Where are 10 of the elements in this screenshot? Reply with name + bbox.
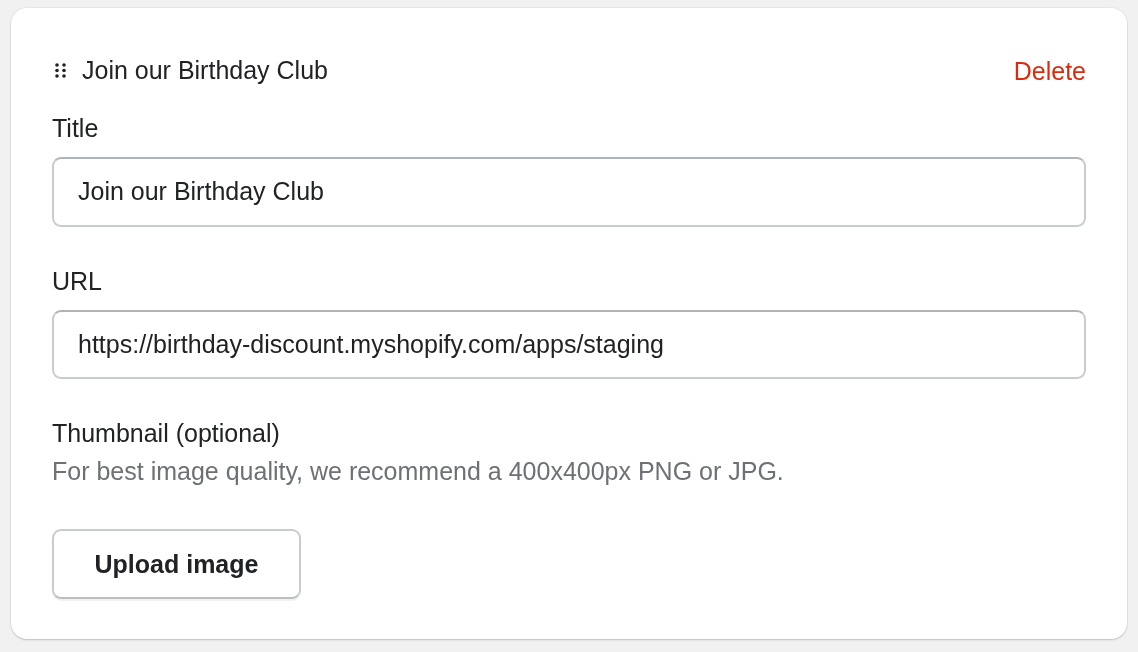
text-input-field[interactable]: https://birthday-discount.myshopify.com/apps/staging bbox=[52, 309, 1086, 380]
field-label: Title bbox=[52, 113, 99, 143]
delete-link[interactable]: Delete bbox=[1013, 56, 1086, 86]
field-label: URL bbox=[52, 265, 102, 296]
help-text: For best image quality, we recommend a 400x400px PNG or JPG. bbox=[52, 456, 784, 487]
field-label: Thumbnail (optional) bbox=[52, 418, 280, 449]
card-heading: Join our Birthday Club bbox=[82, 55, 328, 85]
text-input-field[interactable]: Join our Birthday Club bbox=[52, 157, 1086, 227]
drag-handle-icon[interactable] bbox=[55, 62, 66, 78]
upload-image-button[interactable]: Upload image bbox=[52, 529, 301, 599]
